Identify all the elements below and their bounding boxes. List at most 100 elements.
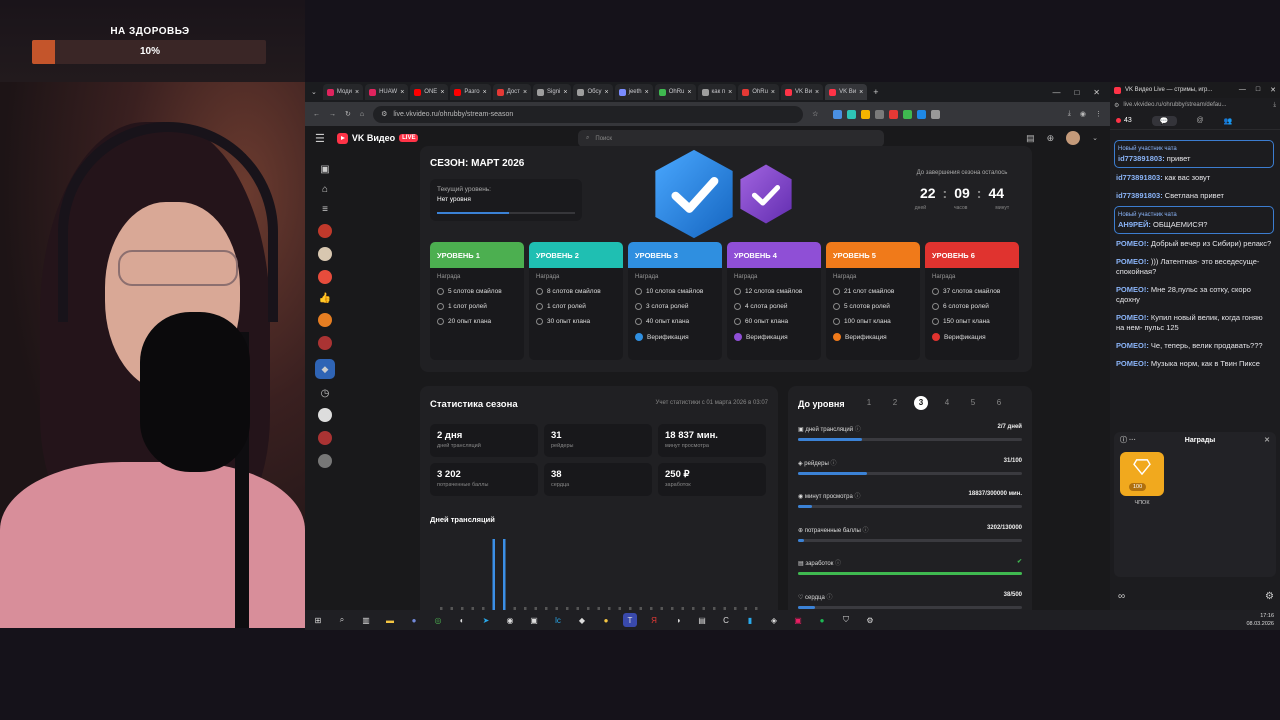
like-icon[interactable]: 👍	[319, 293, 331, 304]
channel-avatar[interactable]	[318, 313, 332, 327]
level-card[interactable]: УРОВЕНЬ 4 Награда 12 слотов смайлов 4 слота…	[727, 242, 821, 360]
system-tray-clock[interactable]: 17:16 08.03.2026	[1246, 612, 1274, 628]
app-icon[interactable]: ◈	[767, 613, 781, 627]
tab-close-icon[interactable]: ×	[605, 89, 609, 96]
channel-avatar[interactable]	[318, 408, 332, 422]
url-field[interactable]: ⚙ live.vkvideo.ru/ohrubby/stream-season	[373, 105, 804, 123]
channel-avatar[interactable]	[318, 247, 332, 261]
chat-username[interactable]: РОМЕО!:	[1116, 341, 1149, 350]
chat-username[interactable]: id773891803:	[1116, 173, 1163, 182]
home-icon[interactable]: ⌂	[360, 111, 364, 118]
tab-search-icon[interactable]: ⌄	[311, 88, 317, 96]
channel-avatar[interactable]	[318, 270, 332, 284]
chat-username[interactable]: РОМЕО!:	[1116, 285, 1149, 294]
chat-username[interactable]: РОМЕО!:	[1116, 257, 1149, 266]
shield-icon[interactable]: ⛉	[839, 613, 853, 627]
app-icon[interactable]: ▣	[791, 613, 805, 627]
extension-icon[interactable]	[875, 109, 885, 119]
browser-tab[interactable]: Разго ×	[450, 84, 491, 100]
channel-avatar[interactable]	[318, 336, 332, 350]
close-window-icon[interactable]: ✕	[1093, 88, 1100, 97]
live-icon[interactable]: ▣	[320, 164, 329, 175]
users-tab-icon[interactable]: 👥	[1224, 117, 1233, 125]
chat-username[interactable]: РОМЕО!:	[1116, 313, 1149, 322]
bookmark-star-icon[interactable]: ☆	[812, 110, 818, 118]
level-card[interactable]: УРОВЕНЬ 5 Награда 21 слот смайлов 5 слотов …	[826, 242, 920, 360]
chat-tab-icon[interactable]: 💬	[1151, 115, 1177, 126]
level-card[interactable]: УРОВЕНЬ 6 Награда 37 слотов смайлов 6 слото…	[925, 242, 1019, 360]
tab-close-icon[interactable]: ×	[859, 89, 863, 96]
chrome-icon[interactable]: ◎	[431, 613, 445, 627]
channel-avatar[interactable]	[318, 431, 332, 445]
tab-close-icon[interactable]: ×	[483, 89, 487, 96]
app-icon[interactable]: ◑	[671, 613, 685, 627]
user-avatar[interactable]	[1066, 131, 1081, 145]
steam-icon[interactable]: ◐	[455, 613, 469, 627]
maximize-icon[interactable]: □	[1074, 88, 1079, 97]
level-number-button[interactable]: 1	[862, 396, 876, 410]
task-view-icon[interactable]: ▥	[359, 613, 373, 627]
chat-username[interactable]: id773891803:	[1118, 154, 1165, 163]
app-icon[interactable]: ◆	[575, 613, 589, 627]
browser-tab[interactable]: Signi ×	[533, 84, 572, 100]
info-icon[interactable]: ⓘ	[833, 561, 841, 567]
extension-icon[interactable]	[931, 109, 941, 119]
history-icon[interactable]: ◷	[321, 388, 330, 399]
site-info-icon[interactable]: ⚙	[381, 110, 387, 118]
download-icon[interactable]: ⤓	[1273, 102, 1276, 109]
search-icon[interactable]: ⌕	[335, 613, 349, 627]
menu-icon[interactable]: ☰	[315, 132, 325, 145]
explorer-icon[interactable]: ▬	[383, 613, 397, 627]
close-window-icon[interactable]: ✕	[1270, 86, 1276, 94]
tab-close-icon[interactable]: ×	[400, 89, 404, 96]
browser-tab[interactable]: OhRu ×	[738, 84, 780, 100]
tab-close-icon[interactable]: ×	[523, 89, 527, 96]
info-icon[interactable]: ⓘ	[829, 461, 836, 467]
browser-tab[interactable]: jeeth ×	[614, 84, 653, 100]
level-number-button[interactable]: 5	[966, 396, 980, 410]
channel-avatar[interactable]	[318, 224, 332, 238]
level-card[interactable]: УРОВЕНЬ 2 Награда 8 слотов смайлов 1 слот р…	[529, 242, 623, 360]
back-icon[interactable]: ←	[313, 111, 320, 118]
app-icon[interactable]: ▣	[527, 613, 541, 627]
maximize-icon[interactable]: □	[1256, 86, 1260, 94]
browser-tab[interactable]: VK Ви ×	[781, 84, 824, 100]
spotify-icon[interactable]: ●	[815, 613, 829, 627]
tab-close-icon[interactable]: ×	[563, 89, 567, 96]
tab-close-icon[interactable]: ×	[440, 89, 444, 96]
info-icon[interactable]: ⓘ	[861, 528, 868, 534]
browser-tab[interactable]: ONE ×	[410, 84, 449, 100]
search-input[interactable]: ⌕ Поиск	[578, 130, 884, 147]
tab-close-icon[interactable]: ×	[815, 89, 819, 96]
browser-tab[interactable]: Моди ×	[322, 84, 364, 100]
info-icon[interactable]: ⓘ	[853, 427, 861, 433]
app-icon[interactable]: C	[719, 613, 733, 627]
level-number-button[interactable]: 3	[914, 396, 928, 410]
points-icon[interactable]: ∞	[1118, 591, 1125, 602]
app-icon[interactable]: ●	[599, 613, 613, 627]
text-app-icon[interactable]: T	[623, 613, 637, 627]
profile-icon[interactable]: ◉	[1080, 110, 1086, 118]
telegram-icon[interactable]: ➤	[479, 613, 493, 627]
yandex-icon[interactable]: Я	[647, 613, 661, 627]
browser-menu-icon[interactable]: ⋮	[1095, 110, 1102, 118]
info-icon[interactable]: ⓘ	[853, 494, 860, 500]
extension-icon[interactable]	[861, 109, 871, 119]
extension-icon[interactable]	[889, 109, 899, 119]
level-card[interactable]: УРОВЕНЬ 1 Награда 5 слотов смайлов 1 слот р…	[430, 242, 524, 360]
info-icon[interactable]: ⓘ ···	[1120, 435, 1136, 445]
studio-icon[interactable]: ▤	[1026, 133, 1035, 144]
site-info-icon[interactable]: ⚙	[1114, 102, 1119, 109]
subscriptions-icon[interactable]: ≡	[322, 204, 328, 215]
browser-tab[interactable]: HUAW ×	[365, 84, 409, 100]
discord-icon[interactable]: ●	[407, 613, 421, 627]
settings-icon[interactable]: ⚙	[1265, 591, 1274, 602]
app-icon[interactable]: ▤	[695, 613, 709, 627]
tab-close-icon[interactable]: ×	[687, 89, 691, 96]
chevron-down-icon[interactable]: ⌄	[1092, 134, 1098, 142]
browser-tab[interactable]: как п ×	[697, 84, 737, 100]
extension-icon[interactable]	[847, 109, 857, 119]
home-nav-icon[interactable]: ⌂	[322, 184, 328, 195]
level-number-button[interactable]: 4	[940, 396, 954, 410]
chat-username[interactable]: id773891803:	[1116, 191, 1163, 200]
